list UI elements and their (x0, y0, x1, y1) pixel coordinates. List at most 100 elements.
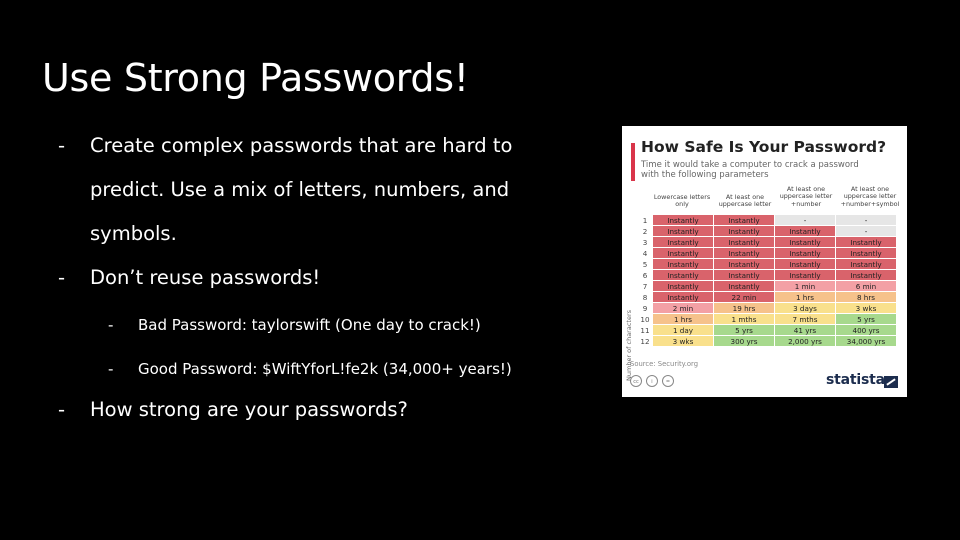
table-cell: 1 day (652, 324, 714, 336)
cc-icon: cc (630, 375, 642, 387)
bullet-dash: - (108, 360, 114, 378)
table-cell: 34,000 yrs (835, 335, 897, 347)
table-cell: Instantly (835, 258, 897, 270)
table-cell: Instantly (835, 269, 897, 281)
sub-bullet-item: - Bad Password: taylorswift (One day to … (58, 314, 588, 336)
table-cell: Instantly (835, 236, 897, 248)
table-cell: Instantly (652, 214, 714, 226)
table-cell: 3 days (774, 302, 836, 314)
table-cell: Instantly (835, 247, 897, 259)
table-row: 2 Instantly Instantly Instantly - (637, 225, 897, 237)
table-row: 8 Instantly 22 min 1 hrs 8 hrs (637, 291, 897, 303)
table-row: 12 3 wks 300 yrs 2,000 yrs 34,000 yrs (637, 335, 897, 347)
chart-source: Source: Security.org (630, 360, 699, 368)
row-number: 11 (637, 324, 653, 336)
slide-title: Use Strong Passwords! (42, 56, 469, 100)
table-cell: - (835, 214, 897, 226)
table-cell: - (774, 214, 836, 226)
table-cell: 2,000 yrs (774, 335, 836, 347)
table-cell: 7 mths (774, 313, 836, 325)
table-row: 5 Instantly Instantly Instantly Instantly (637, 258, 897, 270)
table-cell: Instantly (652, 269, 714, 281)
table-cell: 22 min (713, 291, 775, 303)
bullet-item: - Don’t reuse passwords! (58, 256, 588, 300)
table-cell: 300 yrs (713, 335, 775, 347)
bullet-dash: - (108, 316, 114, 334)
table-row: 11 1 day 5 yrs 41 yrs 400 yrs (637, 324, 897, 336)
column-header: At least one uppercase letter (718, 193, 772, 209)
table-row: 3 Instantly Instantly Instantly Instantly (637, 236, 897, 248)
column-header: At least one uppercase letter +number (779, 185, 833, 208)
table-cell: Instantly (652, 225, 714, 237)
table-cell: Instantly (713, 269, 775, 281)
statista-logo: statista (826, 372, 885, 388)
table-cell: 1 hrs (652, 313, 714, 325)
row-number: 12 (637, 335, 653, 347)
table-cell: Instantly (713, 280, 775, 292)
table-row: 7 Instantly Instantly 1 min 6 min (637, 280, 897, 292)
row-number: 10 (637, 313, 653, 325)
table-cell: 3 wks (652, 335, 714, 347)
bullet-list: - Create complex passwords that are hard… (58, 124, 588, 432)
password-table: 1 Instantly Instantly - -2 Instantly Instantly… (637, 214, 897, 347)
table-cell: Instantly (774, 236, 836, 248)
table-cell: Instantly (652, 247, 714, 259)
sub-bullet-item: - Good Password: $WiftYforL!fe2k (34,000… (58, 358, 588, 380)
table-cell: Instantly (652, 280, 714, 292)
statista-logo-icon (884, 376, 898, 388)
table-cell: 1 hrs (774, 291, 836, 303)
row-number: 3 (637, 236, 653, 248)
column-header: At least one uppercase letter +number+sy… (840, 185, 900, 208)
table-cell: Instantly (713, 258, 775, 270)
table-row: 10 1 hrs 1 mths 7 mths 5 yrs (637, 313, 897, 325)
table-row: 4 Instantly Instantly Instantly Instantly (637, 247, 897, 259)
row-number: 9 (637, 302, 653, 314)
table-cell: Instantly (774, 225, 836, 237)
row-number: 7 (637, 280, 653, 292)
table-cell: Instantly (774, 269, 836, 281)
sub-bullet-text: Bad Password: taylorswift (One day to cr… (138, 316, 481, 334)
bullet-text: Create complex passwords that are hard t… (90, 134, 513, 245)
table-cell: Instantly (774, 258, 836, 270)
row-number: 1 (637, 214, 653, 226)
row-number: 2 (637, 225, 653, 237)
table-row: 92 min 19 hrs 3 days 3 wks (637, 302, 897, 314)
accent-bar (631, 143, 635, 181)
row-number: 6 (637, 269, 653, 281)
column-header: Lowercase letters only (653, 193, 711, 209)
table-row: 1 Instantly Instantly - - (637, 214, 897, 226)
table-cell: 8 hrs (835, 291, 897, 303)
table-cell: 5 yrs (713, 324, 775, 336)
table-cell: 3 wks (835, 302, 897, 314)
table-cell: Instantly (713, 214, 775, 226)
bullet-text: Don’t reuse passwords! (90, 266, 321, 289)
chart-subtitle: Time it would take a computer to crack a… (641, 160, 859, 180)
table-cell: 6 min (835, 280, 897, 292)
bullet-item: - How strong are your passwords? (58, 388, 588, 432)
table-cell: Instantly (652, 258, 714, 270)
bullet-text: How strong are your passwords? (90, 398, 408, 421)
table-cell: 2 min (652, 302, 714, 314)
row-number: 4 (637, 247, 653, 259)
row-number: 5 (637, 258, 653, 270)
row-number: 8 (637, 291, 653, 303)
y-axis-label: Number of characters (625, 309, 633, 381)
chart-title: How Safe Is Your Password? (641, 138, 887, 156)
table-cell: Instantly (713, 225, 775, 237)
table-cell: Instantly (774, 247, 836, 259)
table-cell: 1 min (774, 280, 836, 292)
table-cell: 1 mths (713, 313, 775, 325)
table-cell: 41 yrs (774, 324, 836, 336)
bullet-item: - Create complex passwords that are hard… (58, 124, 588, 256)
bullet-dash: - (58, 398, 66, 421)
bullet-dash: - (58, 266, 66, 289)
table-cell: Instantly (713, 236, 775, 248)
table-cell: 5 yrs (835, 313, 897, 325)
table-cell: Instantly (652, 236, 714, 248)
table-cell: 400 yrs (835, 324, 897, 336)
password-chart-image: How Safe Is Your Password? Time it would… (622, 126, 907, 397)
table-cell: Instantly (713, 247, 775, 259)
table-cell: Instantly (652, 291, 714, 303)
table-row: 6 Instantly Instantly Instantly Instantly (637, 269, 897, 281)
bullet-dash: - (58, 134, 66, 157)
